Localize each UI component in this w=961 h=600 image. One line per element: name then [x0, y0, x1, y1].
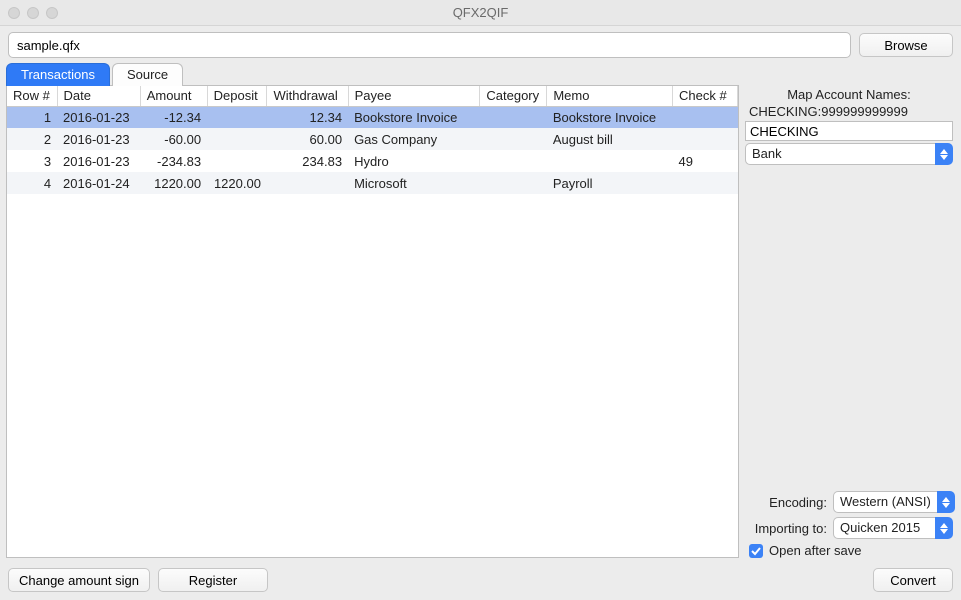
cell-amount: 1220.00 [140, 172, 207, 194]
side-bottom: Encoding: Western (ANSI) Importing to: Q… [745, 491, 953, 558]
account-type-select[interactable]: Bank [745, 143, 953, 165]
cell-date: 2016-01-23 [57, 106, 140, 128]
cell-deposit [207, 128, 267, 150]
zoom-icon[interactable] [46, 7, 58, 19]
col-amount[interactable]: Amount [140, 86, 207, 106]
account-type-value: Bank [745, 143, 935, 165]
encoding-label: Encoding: [745, 495, 827, 510]
map-account-heading: Map Account Names: [745, 85, 953, 104]
cell-payee: Gas Company [348, 128, 480, 150]
cell-date: 2016-01-23 [57, 128, 140, 150]
encoding-select[interactable]: Western (ANSI) [833, 491, 955, 513]
cell-row: 2 [7, 128, 57, 150]
content-area: Row # Date Amount Deposit Withdrawal Pay… [0, 85, 961, 562]
cell-memo: Bookstore Invoice [547, 106, 673, 128]
cell-row: 4 [7, 172, 57, 194]
cell-check [673, 128, 738, 150]
cell-deposit [207, 106, 267, 128]
col-date[interactable]: Date [57, 86, 140, 106]
cell-withdrawal [267, 172, 348, 194]
cell-category [480, 172, 547, 194]
cell-payee: Hydro [348, 150, 480, 172]
col-payee[interactable]: Payee [348, 86, 480, 106]
source-account-label: CHECKING:999999999999 [745, 104, 953, 121]
cell-memo: Payroll [547, 172, 673, 194]
cell-row: 1 [7, 106, 57, 128]
side-pane: Map Account Names: CHECKING:999999999999… [745, 85, 953, 558]
cell-withdrawal: 60.00 [267, 128, 348, 150]
cell-withdrawal: 12.34 [267, 106, 348, 128]
titlebar: QFX2QIF [0, 0, 961, 26]
cell-payee: Bookstore Invoice [348, 106, 480, 128]
cell-amount: -234.83 [140, 150, 207, 172]
convert-button[interactable]: Convert [873, 568, 953, 592]
table-row[interactable]: 32016-01-23-234.83 234.83Hydro 49 [7, 150, 738, 172]
bottom-bar: Change amount sign Register Convert [0, 562, 961, 600]
minimize-icon[interactable] [27, 7, 39, 19]
table-row[interactable]: 12016-01-23-12.3412.34Bookstore InvoiceB… [7, 106, 738, 128]
transactions-table: Row # Date Amount Deposit Withdrawal Pay… [7, 86, 738, 194]
table-header-row: Row # Date Amount Deposit Withdrawal Pay… [7, 86, 738, 106]
register-button[interactable]: Register [158, 568, 268, 592]
cell-amount: -60.00 [140, 128, 207, 150]
col-row[interactable]: Row # [7, 86, 57, 106]
encoding-value: Western (ANSI) [833, 491, 937, 513]
file-path-input[interactable] [8, 32, 851, 58]
updown-icon [935, 143, 953, 165]
cell-date: 2016-01-23 [57, 150, 140, 172]
col-deposit[interactable]: Deposit [207, 86, 267, 106]
cell-check: 49 [673, 150, 738, 172]
col-check[interactable]: Check # [673, 86, 738, 106]
tab-transactions[interactable]: Transactions [6, 63, 110, 86]
cell-check [673, 106, 738, 128]
importing-to-select[interactable]: Quicken 2015 [833, 517, 953, 539]
cell-category [480, 150, 547, 172]
window-controls [8, 7, 58, 19]
cell-withdrawal: 234.83 [267, 150, 348, 172]
mapped-account-input[interactable] [745, 121, 953, 141]
col-withdrawal[interactable]: Withdrawal [267, 86, 348, 106]
cell-category [480, 128, 547, 150]
table-row[interactable]: 22016-01-23-60.00 60.00Gas Company August … [7, 128, 738, 150]
open-after-save-row[interactable]: Open after save [745, 543, 953, 558]
col-category[interactable]: Category [480, 86, 547, 106]
tab-source[interactable]: Source [112, 63, 183, 86]
file-row: Browse [0, 26, 961, 64]
updown-icon [935, 517, 953, 539]
cell-memo [547, 150, 673, 172]
importing-to-value: Quicken 2015 [833, 517, 935, 539]
open-after-save-label: Open after save [769, 543, 862, 558]
tab-bar: Transactions Source [0, 62, 961, 85]
cell-check [673, 172, 738, 194]
cell-memo: August bill [547, 128, 673, 150]
updown-icon [937, 491, 955, 513]
open-after-save-checkbox[interactable] [749, 544, 763, 558]
change-amount-sign-button[interactable]: Change amount sign [8, 568, 150, 592]
cell-row: 3 [7, 150, 57, 172]
cell-payee: Microsoft [348, 172, 480, 194]
cell-deposit [207, 150, 267, 172]
close-icon[interactable] [8, 7, 20, 19]
cell-deposit: 1220.00 [207, 172, 267, 194]
cell-date: 2016-01-24 [57, 172, 140, 194]
cell-category [480, 106, 547, 128]
cell-amount: -12.34 [140, 106, 207, 128]
transactions-table-pane: Row # Date Amount Deposit Withdrawal Pay… [6, 85, 739, 558]
importing-to-label: Importing to: [745, 521, 827, 536]
table-row[interactable]: 42016-01-241220.001220.00MicrosoftPayrol… [7, 172, 738, 194]
browse-button[interactable]: Browse [859, 33, 953, 57]
col-memo[interactable]: Memo [547, 86, 673, 106]
window-title: QFX2QIF [0, 5, 961, 20]
